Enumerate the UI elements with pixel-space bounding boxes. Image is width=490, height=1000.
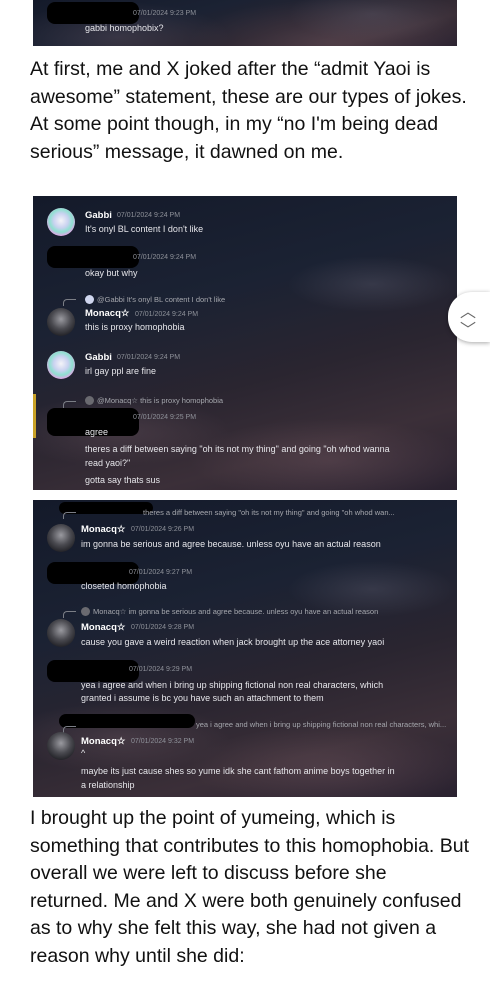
avatar-monacq xyxy=(47,524,75,552)
message-timestamp: 07/01/2024 9:26 PM xyxy=(131,526,195,533)
message-text: gabbi homophobix? xyxy=(85,23,164,33)
message-timestamp: 07/01/2024 9:32 PM xyxy=(131,738,195,745)
reply-line xyxy=(63,401,76,408)
message-text: theres a diff between saying "oh its not… xyxy=(85,444,390,454)
message-text: granted i assume is bc you have such an … xyxy=(81,693,324,703)
avatar-monacq xyxy=(47,619,75,647)
reply-preview: yea i agree and when i bring up shipping… xyxy=(196,720,447,729)
mini-avatar xyxy=(85,295,94,304)
message-text: cause you gave a weird reaction when jac… xyxy=(81,637,385,647)
highlight-bar xyxy=(33,394,36,438)
message-text: this is proxy homophobia xyxy=(85,322,185,332)
avatar-monacq xyxy=(47,732,75,760)
message-text: yea i agree and when i bring up shipping… xyxy=(81,680,384,690)
message-timestamp: 07/01/2024 9:24 PM xyxy=(117,354,181,361)
message-text: maybe its just cause shes so yume idk sh… xyxy=(81,766,395,776)
message-timestamp: 07/01/2024 9:25 PM xyxy=(133,414,197,421)
message-timestamp: 07/01/2024 9:28 PM xyxy=(131,624,195,631)
username-monacq: Monacq☆ xyxy=(81,622,126,633)
username-monacq: Monacq☆ xyxy=(85,308,130,319)
avatar-gabbi xyxy=(47,208,75,236)
reply-line xyxy=(63,611,76,618)
message-text: a relationship xyxy=(81,780,135,790)
redacted-user xyxy=(59,714,195,728)
message-text: gotta say thats sus xyxy=(85,475,161,485)
message-timestamp: 07/01/2024 9:24 PM xyxy=(117,212,181,219)
message-timestamp: 07/01/2024 9:24 PM xyxy=(135,311,199,318)
screenshot-chat-2: Gabbi 07/01/2024 9:24 PM It's onyl BL co… xyxy=(33,196,457,490)
paragraph-1: At first, me and X joked after the “admi… xyxy=(30,58,467,163)
message-timestamp: 07/01/2024 9:27 PM xyxy=(129,569,193,576)
scroll-nav-button[interactable]: ︿ ﹀ xyxy=(448,292,490,342)
screenshot-chat-3: theres a diff between saying "oh its not… xyxy=(33,500,457,797)
reply-preview: Monacq☆ im gonna be serious and agree be… xyxy=(81,607,378,616)
screenshot-chat-1: 07/01/2024 9:23 PM gabbi homophobix? xyxy=(33,0,457,46)
message-text: irl gay ppl are fine xyxy=(85,366,157,376)
reply-line xyxy=(63,512,76,519)
message-text: It's onyl BL content I don't like xyxy=(85,224,204,234)
message-timestamp: 07/01/2024 9:24 PM xyxy=(133,254,197,261)
message-timestamp: 07/01/2024 9:29 PM xyxy=(129,666,193,673)
chevron-down-icon[interactable]: ﹀ xyxy=(460,316,476,340)
username-monacq: Monacq☆ xyxy=(81,524,126,535)
mini-avatar xyxy=(81,607,90,616)
username-monacq: Monacq☆ xyxy=(81,736,126,747)
username-gabbi: Gabbi xyxy=(85,210,112,221)
message-text: okay but why xyxy=(85,268,138,278)
message-text: ^ xyxy=(81,748,86,758)
message-timestamp: 07/01/2024 9:23 PM xyxy=(133,10,197,17)
redacted-avatar-name xyxy=(47,2,139,24)
reply-preview: @Monacq☆ this is proxy homophobia xyxy=(85,396,223,405)
redacted-user xyxy=(47,246,139,268)
username-gabbi: Gabbi xyxy=(85,352,112,363)
reply-line xyxy=(63,299,76,306)
redacted-user xyxy=(47,660,139,682)
reply-preview: theres a diff between saying "oh its not… xyxy=(143,508,395,517)
message-text: read yaoi?" xyxy=(85,458,131,468)
reply-preview: @Gabbi It's onyl BL content I don't like xyxy=(85,295,225,304)
message-text: closeted homophobia xyxy=(81,581,167,591)
message-text: agree xyxy=(85,427,109,437)
avatar-gabbi xyxy=(47,351,75,379)
message-text: im gonna be serious and agree because. u… xyxy=(81,539,381,549)
mini-avatar xyxy=(85,396,94,405)
avatar-monacq xyxy=(47,308,75,336)
paragraph-2: I brought up the point of yumeing, which… xyxy=(30,807,470,967)
